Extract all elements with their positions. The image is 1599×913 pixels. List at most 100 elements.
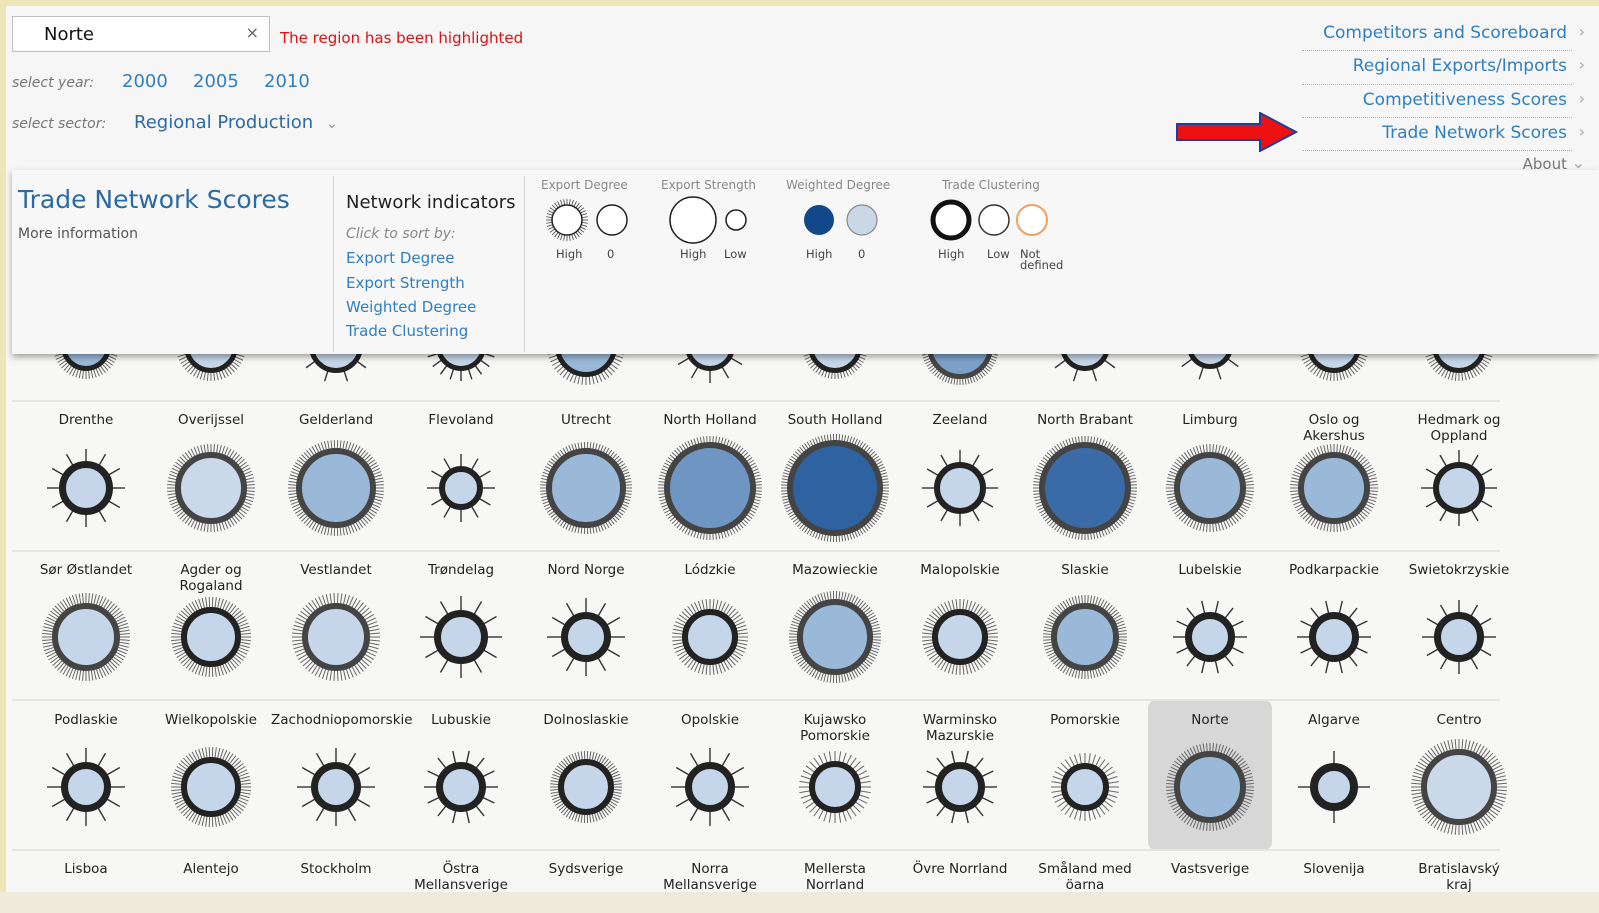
region-label-podlaskie[interactable]: Podlaskie: [21, 712, 151, 728]
region-label-warminsko-mazurskie[interactable]: Warminsko Mazurskie: [895, 712, 1025, 744]
region-glyph-partial[interactable]: [51, 354, 121, 381]
region-glyph-partial[interactable]: [1173, 354, 1247, 383]
region-glyph-gelderland[interactable]: [286, 438, 386, 538]
region-label-limburg[interactable]: Limburg: [1145, 412, 1275, 428]
region-glyph-opolskie[interactable]: [669, 746, 751, 828]
region-glyph-partial[interactable]: [297, 354, 375, 385]
region-label-tr-ndelag[interactable]: Trøndelag: [396, 562, 526, 578]
region-label-vestlandet[interactable]: Vestlandet: [271, 562, 401, 578]
region-label-alentejo[interactable]: Alentejo: [146, 861, 276, 877]
region-label-pomorskie[interactable]: Pomorskie: [1020, 712, 1150, 728]
clear-search-icon[interactable]: ×: [246, 23, 259, 42]
region-label-zachodniopomorskie[interactable]: Zachodniopomorskie: [271, 712, 413, 728]
region-label-north-brabant[interactable]: North Brabant: [1020, 412, 1150, 428]
region-glyph-partial[interactable]: [800, 354, 870, 381]
region-glyph-pomorskie[interactable]: [1049, 751, 1121, 823]
region-glyph-malopolskie[interactable]: [920, 597, 1000, 677]
region-label-bratislavsk-kraj[interactable]: Bratislavský kraj: [1394, 861, 1524, 893]
region-label-overijssel[interactable]: Overijssel: [146, 412, 276, 428]
region-glyph-flevoland[interactable]: [425, 452, 497, 524]
region-label-dolnoslaskie[interactable]: Dolnoslaskie: [521, 712, 651, 728]
region-label-vre-norrland[interactable]: Övre Norrland: [895, 861, 1025, 877]
region-glyph-podkarpackie[interactable]: [1295, 598, 1373, 676]
region-label-stockholm[interactable]: Stockholm: [271, 861, 401, 877]
region-glyph-hedmark-og-oppland[interactable]: [1419, 448, 1499, 528]
region-label-vastsverige[interactable]: Vastsverige: [1145, 861, 1275, 877]
region-glyph-nord-norge[interactable]: [545, 596, 627, 678]
region-glyph-zeeland[interactable]: [920, 448, 1000, 528]
region-glyph-s-r-stlandet[interactable]: [40, 591, 132, 683]
nav-competitiveness-scores[interactable]: Competitiveness Scores: [1363, 90, 1567, 110]
region-label-gelderland[interactable]: Gelderland: [271, 412, 401, 428]
sector-dropdown[interactable]: Regional Production: [134, 112, 313, 133]
region-glyph-kujawsko-pomorskie[interactable]: [797, 749, 873, 825]
region-glyph-lubuskie[interactable]: [422, 748, 500, 826]
region-glyph-partial[interactable]: [424, 354, 498, 383]
region-label-utrecht[interactable]: Utrecht: [521, 412, 651, 428]
region-label-sydsverige[interactable]: Sydsverige: [521, 861, 651, 877]
region-label-flevoland[interactable]: Flevoland: [396, 412, 526, 428]
region-label-lisboa[interactable]: Lisboa: [21, 861, 151, 877]
year-option-2010[interactable]: 2010: [264, 71, 310, 92]
region-glyph-partial[interactable]: [1297, 354, 1371, 383]
region-glyph-partial[interactable]: [174, 354, 248, 383]
region-label-algarve[interactable]: Algarve: [1269, 712, 1399, 728]
region-glyph-warminsko-mazurskie[interactable]: [921, 748, 999, 826]
region-glyph-north-brabant[interactable]: [1031, 434, 1139, 542]
nav-competitors-scoreboard[interactable]: Competitors and Scoreboard: [1323, 23, 1567, 43]
region-glyph-partial[interactable]: [1422, 354, 1496, 383]
region-label-sm-land-med-arna[interactable]: Småland med öarna: [1020, 861, 1150, 893]
region-label-lubelskie[interactable]: Lubelskie: [1145, 562, 1275, 578]
region-label-south-holland[interactable]: South Holland: [770, 412, 900, 428]
search-input[interactable]: [44, 22, 234, 46]
region-label-nord-norge[interactable]: Nord Norge: [521, 562, 651, 578]
region-glyph-partial[interactable]: [671, 354, 749, 385]
region-label-opolskie[interactable]: Opolskie: [645, 712, 775, 728]
region-label-norte[interactable]: Norte: [1145, 712, 1275, 728]
nav-regional-exports-imports[interactable]: Regional Exports/Imports: [1353, 56, 1567, 76]
region-glyph-partial[interactable]: [1046, 354, 1124, 385]
region-label-s-r-stlandet[interactable]: Sør Østlandet: [21, 562, 151, 578]
region-glyph-norte[interactable]: [1164, 741, 1256, 833]
region-glyph-south-holland[interactable]: [779, 432, 891, 544]
region-glyph-l-dzkie[interactable]: [670, 597, 750, 677]
sort-export-degree-link[interactable]: Export Degree: [346, 249, 454, 267]
region-glyph-podlaskie[interactable]: [45, 746, 127, 828]
region-glyph-wielkopolskie[interactable]: [169, 745, 253, 829]
region-glyph-vestlandet[interactable]: [290, 591, 382, 683]
region-glyph-tr-ndelag[interactable]: [418, 594, 504, 680]
sort-weighted-degree-link[interactable]: Weighted Degree: [346, 298, 476, 316]
region-glyph-limburg[interactable]: [1164, 442, 1256, 534]
region-glyph-swietokrzyskie[interactable]: [1420, 598, 1498, 676]
region-label-norra-mellansverige[interactable]: Norra Mellansverige: [645, 861, 775, 893]
region-label-swietokrzyskie[interactable]: Swietokrzyskie: [1394, 562, 1524, 578]
region-label-l-dzkie[interactable]: Lódzkie: [645, 562, 775, 578]
region-glyph-oslo-og-akershus[interactable]: [1288, 442, 1380, 534]
region-glyph-zachodniopomorskie[interactable]: [295, 746, 377, 828]
region-glyph-algarve[interactable]: [1296, 749, 1372, 825]
region-glyph-north-holland[interactable]: [656, 434, 764, 542]
chevron-down-icon[interactable]: ⌄: [326, 116, 338, 132]
region-label-malopolskie[interactable]: Malopolskie: [895, 562, 1025, 578]
region-glyph-partial[interactable]: [545, 354, 627, 387]
region-label-zeeland[interactable]: Zeeland: [895, 412, 1025, 428]
region-glyph-slaskie[interactable]: [1041, 593, 1129, 681]
region-label-agder-og-rogaland[interactable]: Agder og Rogaland: [146, 562, 276, 594]
region-label-centro[interactable]: Centro: [1394, 712, 1524, 728]
region-glyph-mazowieckie[interactable]: [787, 589, 883, 685]
region-label-kujawsko-pomorskie[interactable]: Kujawsko Pomorskie: [770, 712, 900, 744]
region-glyph-dolnoslaskie[interactable]: [548, 749, 624, 825]
region-label-hedmark-og-oppland[interactable]: Hedmark og Oppland: [1394, 412, 1524, 444]
region-label-lubuskie[interactable]: Lubuskie: [396, 712, 526, 728]
region-label-slaskie[interactable]: Slaskie: [1020, 562, 1150, 578]
sort-export-strength-link[interactable]: Export Strength: [346, 274, 465, 292]
nav-trade-network-scores[interactable]: Trade Network Scores: [1382, 123, 1567, 143]
region-glyph-utrecht[interactable]: [538, 440, 634, 536]
more-information-link[interactable]: More information: [18, 226, 138, 242]
region-label-podkarpackie[interactable]: Podkarpackie: [1269, 562, 1399, 578]
region-glyph-overijssel[interactable]: [165, 442, 257, 534]
region-label-slovenija[interactable]: Slovenija: [1269, 861, 1399, 877]
region-glyph-partial[interactable]: [919, 354, 1001, 387]
region-glyph-lubelskie[interactable]: [1171, 598, 1249, 676]
region-label-mazowieckie[interactable]: Mazowieckie: [770, 562, 900, 578]
